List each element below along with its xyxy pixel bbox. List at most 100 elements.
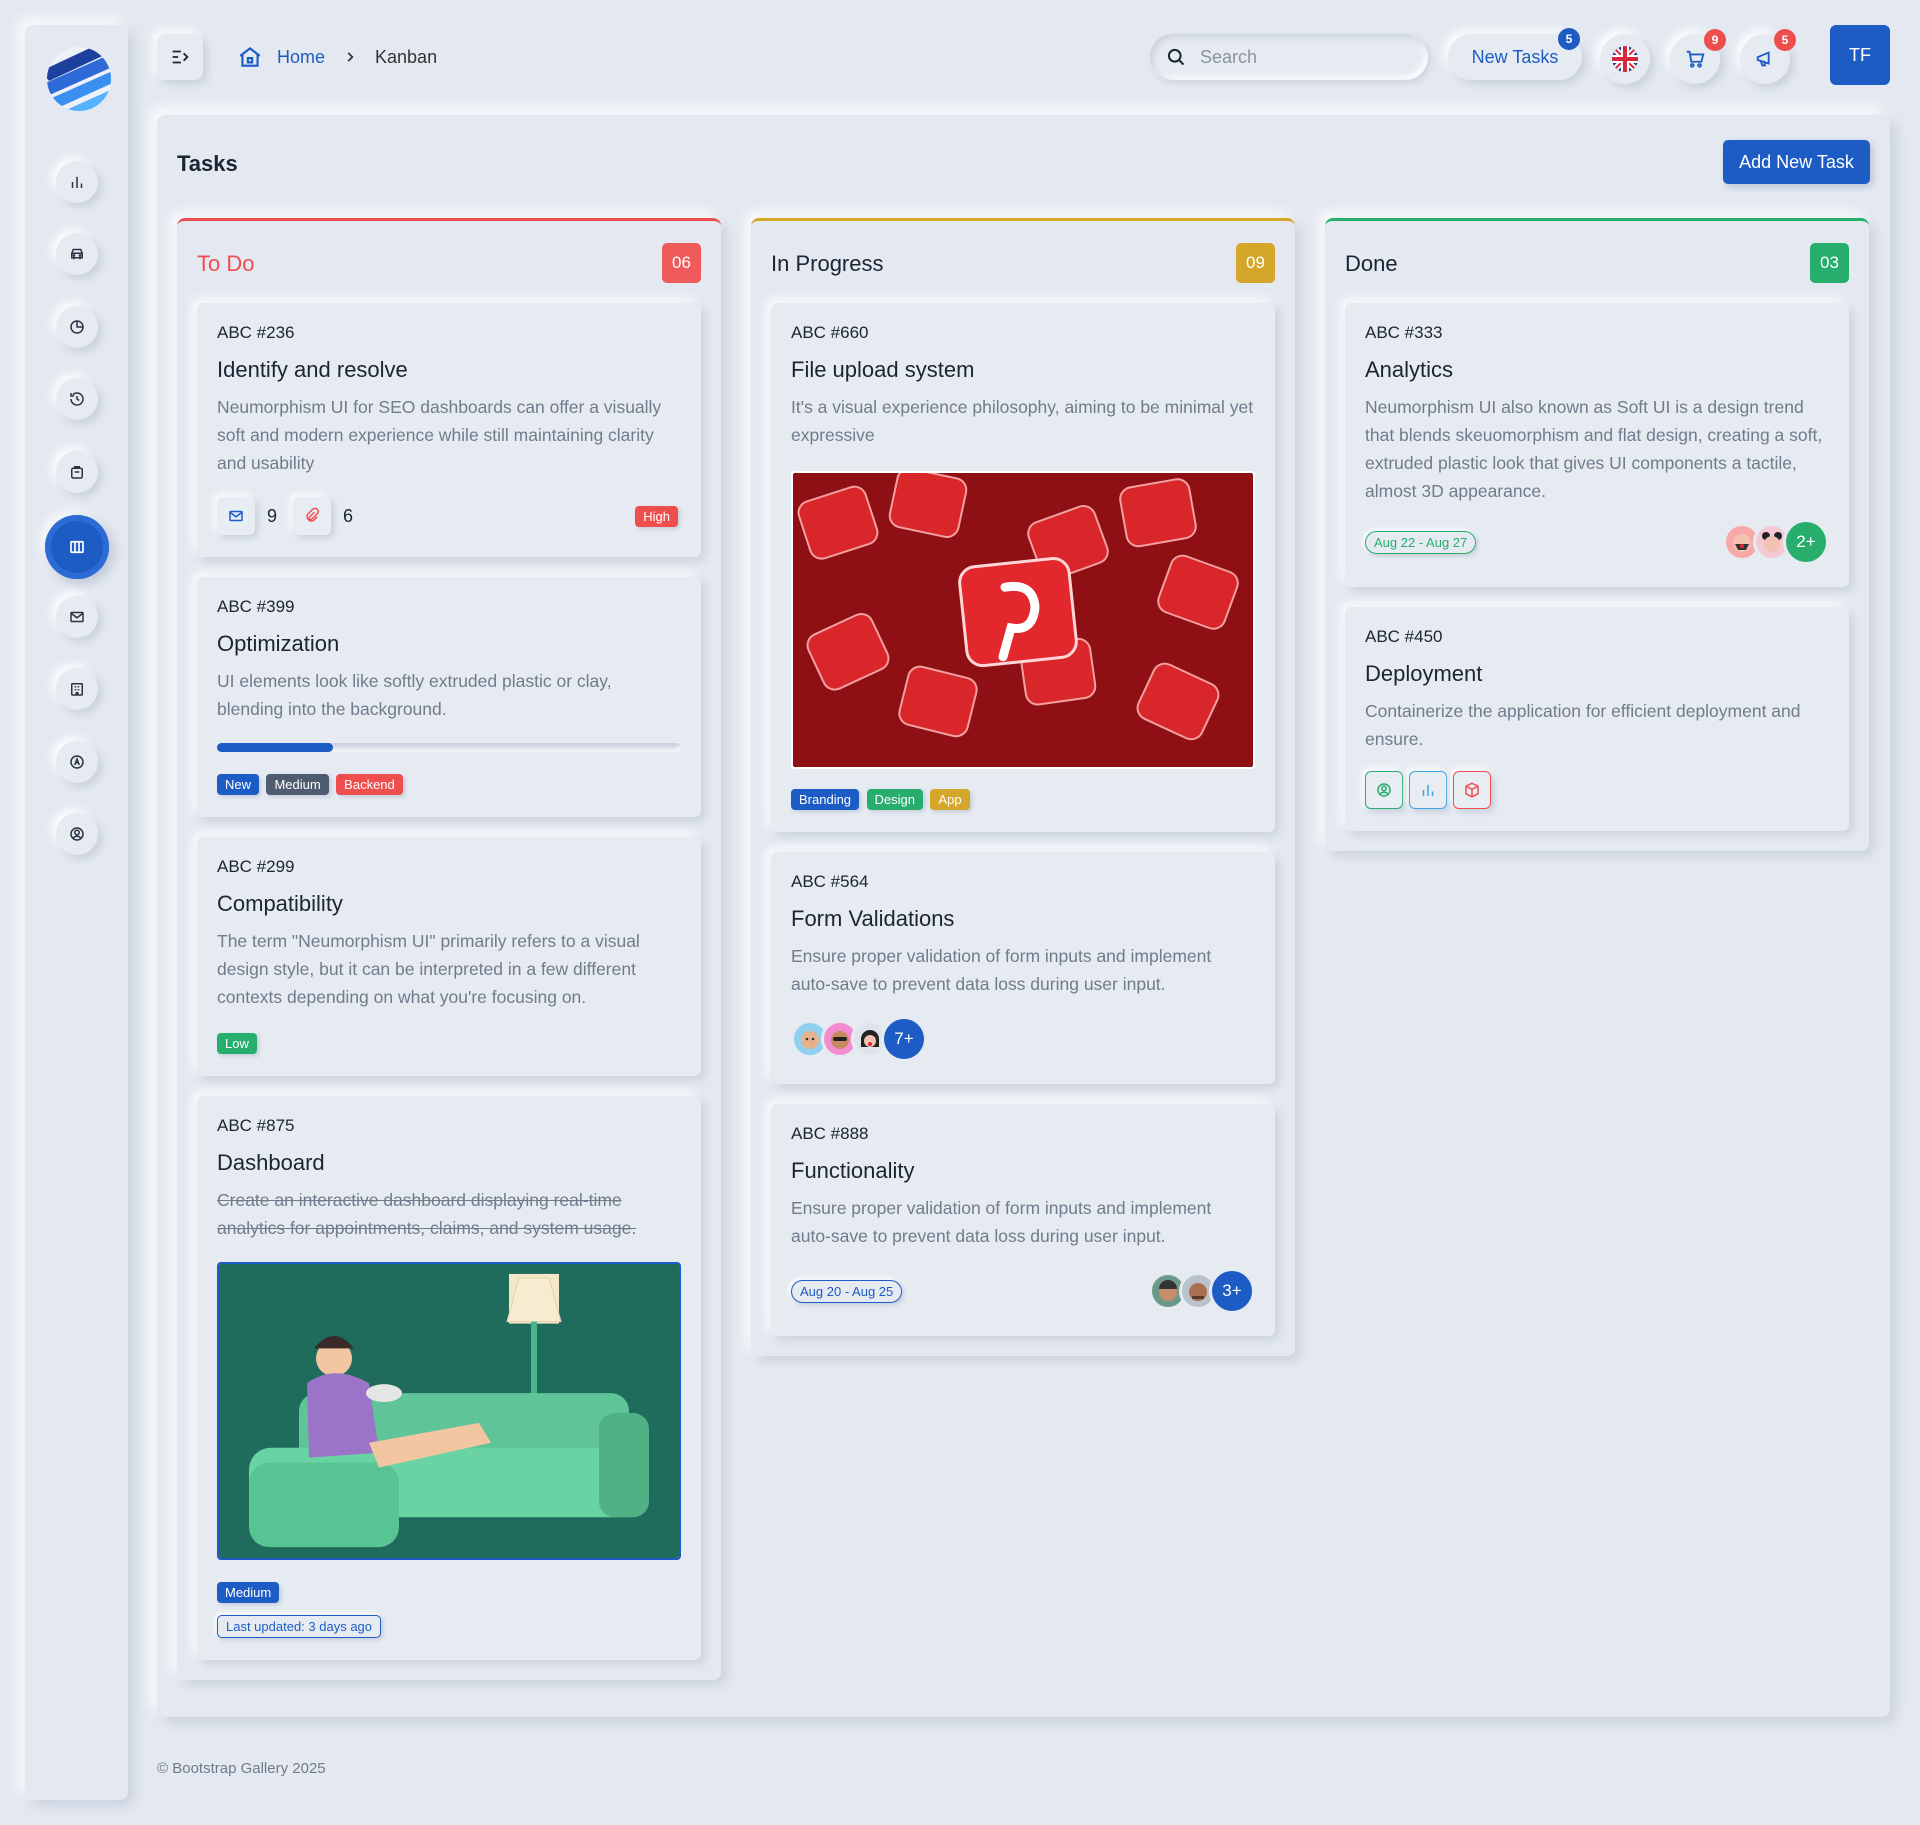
more-assignees-badge[interactable]: 2+: [1783, 519, 1829, 565]
more-assignees-badge[interactable]: 3+: [1209, 1268, 1255, 1314]
language-button[interactable]: [1600, 34, 1650, 84]
column-title: Done: [1345, 251, 1398, 276]
bar-chart-icon[interactable]: [1409, 771, 1447, 809]
bar-chart-icon: [71, 176, 83, 188]
column-todo: To Do 06 ABC #236 Identify and resolve N…: [177, 218, 721, 1680]
priority-badge: Low: [217, 1033, 257, 1054]
more-assignees-badge[interactable]: 7+: [881, 1016, 927, 1062]
nav-shop[interactable]: [56, 451, 98, 493]
task-card[interactable]: ABC #888 Functionality Ensure proper val…: [771, 1104, 1275, 1336]
assignee-avatars: 3+: [1149, 1268, 1255, 1314]
tasks-panel: Tasks Add New Task To Do 06 ABC #236 Ide…: [157, 115, 1890, 1717]
sidebar: [25, 25, 128, 1800]
tag-badge: App: [930, 789, 970, 810]
task-id: ABC #564: [791, 872, 869, 891]
task-description: Ensure proper validation of form inputs …: [791, 1198, 1212, 1246]
task-description: Create an interactive dashboard displayi…: [217, 1190, 637, 1238]
menu-toggle-icon: [172, 50, 189, 64]
history-icon: [70, 392, 84, 406]
task-id: ABC #888: [791, 1124, 869, 1143]
task-title: Form Validations: [791, 906, 955, 931]
task-description: Containerize the application for efficie…: [1365, 701, 1801, 749]
search-input[interactable]: [1200, 46, 1400, 68]
nav-reports[interactable]: [56, 306, 98, 348]
user-circle-icon: [70, 827, 84, 841]
task-card[interactable]: ABC #299 Compatibility The term "Neumorp…: [197, 837, 701, 1076]
attachment-count: 6: [343, 505, 354, 526]
task-card[interactable]: ABC #333 Analytics Neumorphism UI also k…: [1345, 303, 1849, 587]
tag-badge: Backend: [336, 774, 403, 795]
task-description: The term "Neumorphism UI" primarily refe…: [217, 931, 640, 1007]
home-icon[interactable]: [237, 44, 263, 70]
user-circle-icon[interactable]: [1365, 771, 1403, 809]
task-card[interactable]: ABC #236 Identify and resolve Neumorphis…: [197, 303, 701, 557]
breadcrumb: Home Kanban: [237, 44, 437, 70]
page-title: Tasks: [177, 151, 238, 176]
box-icon[interactable]: [1453, 771, 1491, 809]
user-avatar[interactable]: TF: [1830, 25, 1890, 85]
priority-badge: Medium: [217, 1582, 280, 1603]
mail-count: 9: [267, 505, 278, 526]
nav-kanban[interactable]: [45, 515, 109, 579]
date-range-badge: Aug 22 - Aug 27: [1365, 530, 1477, 554]
task-card[interactable]: ABC #660 File upload system It's a visua…: [771, 303, 1275, 832]
task-id: ABC #660: [791, 323, 869, 342]
mail-icon[interactable]: [217, 497, 255, 535]
task-card[interactable]: ABC #564 Form Validations Ensure proper …: [771, 852, 1275, 1084]
nav-profile[interactable]: [56, 813, 98, 855]
task-title: Optimization: [217, 631, 340, 656]
task-title: Compatibility: [217, 891, 343, 916]
cart-button[interactable]: 9: [1670, 29, 1726, 84]
uk-flag-icon: [1612, 46, 1638, 72]
new-tasks-label: New Tasks: [1471, 46, 1559, 67]
search-icon: [1167, 48, 1185, 66]
task-title: Identify and resolve: [217, 357, 408, 382]
chevron-right-icon: [343, 50, 357, 64]
task-title: Functionality: [791, 1158, 915, 1183]
progress-fill: [217, 743, 333, 752]
task-id: ABC #399: [217, 597, 295, 616]
nav-explore[interactable]: [56, 741, 98, 783]
car-icon: [71, 248, 83, 260]
nav-mail[interactable]: [56, 596, 98, 638]
column-count: 06: [662, 243, 701, 283]
task-title: Analytics: [1365, 357, 1454, 382]
nav-company[interactable]: [56, 668, 98, 710]
task-description: Ensure proper validation of form inputs …: [791, 946, 1212, 994]
task-description: UI elements look like softly extruded pl…: [217, 671, 612, 719]
task-card[interactable]: ABC #450 Deployment Containerize the app…: [1345, 607, 1849, 831]
column-title: In Progress: [771, 251, 884, 276]
pie-chart-icon: [70, 320, 84, 334]
task-id: ABC #875: [217, 1116, 295, 1135]
nav-history[interactable]: [56, 378, 98, 420]
task-image-sofa: [217, 1262, 681, 1560]
task-id: ABC #450: [1365, 627, 1443, 646]
task-card[interactable]: ABC #875 Dashboard Create an interactive…: [197, 1096, 701, 1660]
tag-badge: New: [217, 774, 260, 795]
brand-logo[interactable]: [45, 45, 113, 113]
breadcrumb-current: Kanban: [375, 46, 438, 67]
task-title: Dashboard: [217, 1150, 325, 1175]
nav-vehicles[interactable]: [56, 233, 98, 275]
megaphone-icon: [1756, 51, 1770, 67]
compass-icon: [70, 755, 84, 769]
paperclip-icon[interactable]: [293, 497, 332, 535]
footer-copyright: © Bootstrap Gallery 2025: [157, 1760, 326, 1777]
new-tasks-button[interactable]: New Tasks 5: [1448, 28, 1582, 80]
add-new-task-button[interactable]: Add New Task: [1723, 140, 1870, 184]
assignee-avatars: 2+: [1723, 519, 1829, 565]
column-title: To Do: [197, 251, 255, 276]
search-box: [1150, 34, 1428, 80]
nav-dashboard[interactable]: [56, 161, 98, 203]
breadcrumb-home-link[interactable]: Home: [277, 47, 325, 68]
mail-icon: [70, 611, 84, 623]
column-in-progress: In Progress 09 ABC #660 File upload syst…: [751, 218, 1295, 1356]
building-icon: [71, 683, 83, 696]
topbar: Home Kanban New Tasks 5 9 5 T: [157, 25, 1890, 85]
sidebar-toggle-button[interactable]: [157, 34, 203, 80]
column-count: 03: [1810, 243, 1849, 283]
task-card[interactable]: ABC #399 Optimization UI elements look l…: [197, 577, 701, 817]
task-description: It's a visual experience philosophy, aim…: [791, 397, 1254, 445]
tag-badge: Medium: [266, 774, 329, 795]
notifications-button[interactable]: 5: [1740, 29, 1796, 84]
